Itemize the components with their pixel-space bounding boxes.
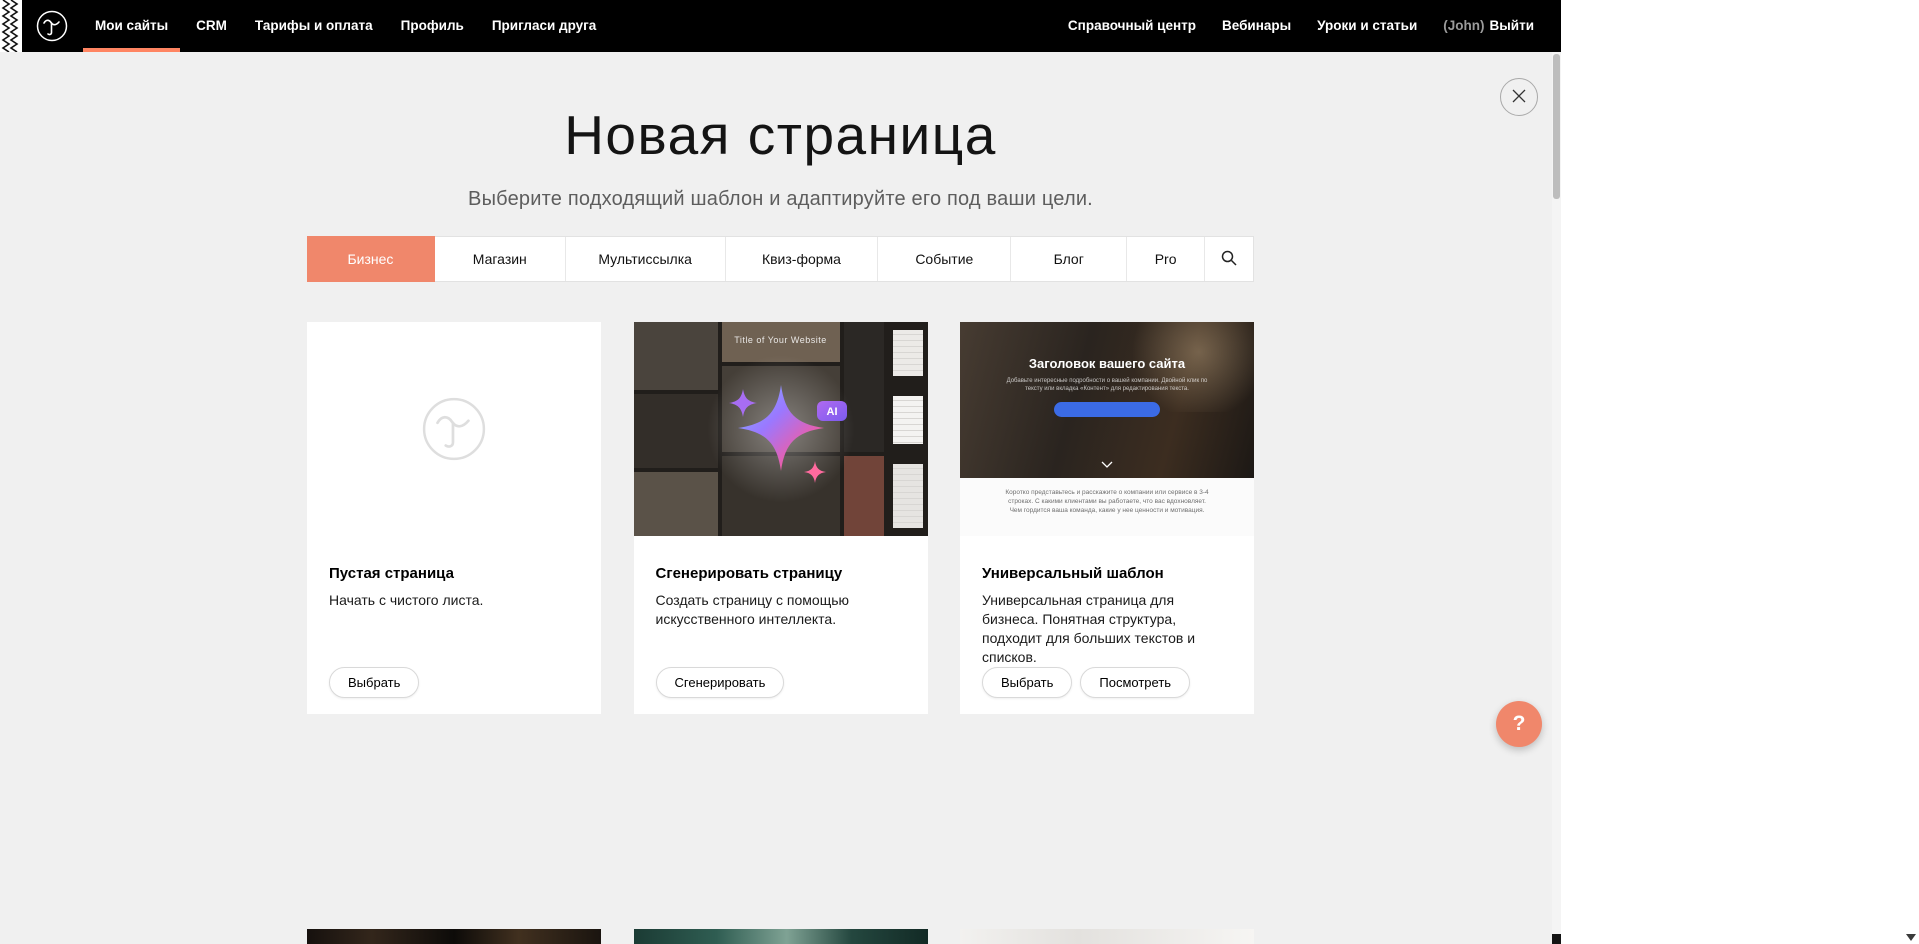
tab-business[interactable]: Бизнес <box>307 236 435 282</box>
main-menu: Мои сайты CRM Тарифы и оплата Профиль Пр… <box>95 0 596 52</box>
nav-item-help-center[interactable]: Справочный центр <box>1068 0 1196 52</box>
page-title: Новая страница <box>0 103 1561 167</box>
card-blank-page[interactable]: Пустая страница Начать с чистого листа. … <box>307 322 601 714</box>
card-ai-generate[interactable]: Title of Your Website <box>634 322 928 714</box>
secondary-menu: Справочный центр Вебинары Уроки и статьи… <box>1068 0 1534 52</box>
tab-pro[interactable]: Pro <box>1127 237 1205 281</box>
card-description: Создать страницу с помощью искусственног… <box>656 591 896 629</box>
template-thumbnail-partial[interactable] <box>960 929 1254 944</box>
card-description: Универсальная страница для бизнеса. Поня… <box>982 591 1232 667</box>
template-collage: Title of Your Website <box>634 322 928 536</box>
tab-event[interactable]: Событие <box>878 237 1011 281</box>
select-blank-button[interactable]: Выбрать <box>329 667 419 698</box>
card-actions: Выбрать Посмотреть <box>982 667 1190 698</box>
card-title: Пустая страница <box>329 565 579 582</box>
card-title: Сгенерировать страницу <box>656 565 906 582</box>
tab-quiz-form[interactable]: Квиз-форма <box>726 237 879 281</box>
chevron-down-icon <box>1101 455 1113 473</box>
close-button[interactable] <box>1500 78 1538 116</box>
next-template-row <box>307 929 1254 944</box>
logout-label: Выйти <box>1490 18 1535 33</box>
scrollbar-thumb[interactable] <box>1553 54 1560 199</box>
close-icon <box>1512 89 1526 106</box>
nav-item-crm[interactable]: CRM <box>196 0 227 52</box>
collage-tile <box>888 456 928 536</box>
page-subtitle: Выберите подходящий шаблон и адаптируйте… <box>0 188 1561 211</box>
outer-scroll-arrow-icon[interactable] <box>1906 934 1916 941</box>
template-hero-subtext: Добавьте интересные подробности о вашей … <box>1005 377 1209 393</box>
ai-generate-preview: Title of Your Website <box>634 322 928 536</box>
preview-template-button[interactable]: Посмотреть <box>1080 667 1190 698</box>
nav-item-my-sites[interactable]: Мои сайты <box>95 0 168 52</box>
tab-multilink[interactable]: Мультиссылка <box>566 237 726 281</box>
collage-preview-title: Title of Your Website <box>634 335 928 345</box>
template-category-tabs: Бизнес Магазин Мультиссылка Квиз-форма С… <box>307 236 1254 282</box>
tab-shop[interactable]: Магазин <box>435 237 566 281</box>
tab-blog[interactable]: Блог <box>1011 237 1127 281</box>
nav-item-lessons[interactable]: Уроки и статьи <box>1317 0 1417 52</box>
search-icon <box>1221 250 1237 269</box>
template-hero-heading: Заголовок вашего сайта <box>960 356 1254 371</box>
search-tab[interactable] <box>1205 237 1253 281</box>
template-grid: Пустая страница Начать с чистого листа. … <box>307 322 1254 714</box>
tilda-watermark-icon <box>421 396 487 462</box>
blank-page-preview <box>307 322 601 536</box>
template-thumbnail-partial[interactable] <box>307 929 601 944</box>
tilda-logo-icon[interactable] <box>36 10 68 42</box>
template-thumbnail-partial[interactable] <box>634 929 928 944</box>
card-actions: Сгенерировать <box>656 667 785 698</box>
nav-item-profile[interactable]: Профиль <box>401 0 464 52</box>
template-body-section: Коротко представьтесь и расскажите о ком… <box>960 478 1254 536</box>
generate-button[interactable]: Сгенерировать <box>656 667 785 698</box>
universal-template-preview: Заголовок вашего сайта Добавьте интересн… <box>960 322 1254 536</box>
template-cta-pill <box>1054 402 1160 417</box>
collage-tile <box>888 388 928 452</box>
collage-tile <box>888 322 928 384</box>
template-body-text: Коротко представьтесь и расскажите о ком… <box>1003 488 1211 515</box>
card-universal-template[interactable]: Заголовок вашего сайта Добавьте интересн… <box>960 322 1254 714</box>
ai-badge: AI <box>826 406 837 418</box>
card-actions: Выбрать <box>329 667 419 698</box>
card-title: Универсальный шаблон <box>982 565 1232 582</box>
help-button[interactable]: ? <box>1496 701 1542 747</box>
zigzag-decoration <box>0 0 22 52</box>
ai-sparkle-icon: AI <box>691 349 871 509</box>
nav-item-logout[interactable]: (John) Выйти <box>1443 0 1534 52</box>
select-template-button[interactable]: Выбрать <box>982 667 1072 698</box>
nav-item-tariffs[interactable]: Тарифы и оплата <box>255 0 373 52</box>
scrollbar[interactable] <box>1552 0 1561 944</box>
template-hero: Заголовок вашего сайта Добавьте интересн… <box>960 322 1254 478</box>
user-name: (John) <box>1443 18 1484 33</box>
app-window: Мои сайты CRM Тарифы и оплата Профиль Пр… <box>0 0 1561 944</box>
top-navbar: Мои сайты CRM Тарифы и оплата Профиль Пр… <box>0 0 1561 52</box>
nav-item-webinars[interactable]: Вебинары <box>1222 0 1291 52</box>
nav-item-invite-friend[interactable]: Пригласи друга <box>492 0 596 52</box>
card-description: Начать с чистого листа. <box>329 591 579 610</box>
scrollbar-bottom-cap[interactable] <box>1552 934 1561 944</box>
